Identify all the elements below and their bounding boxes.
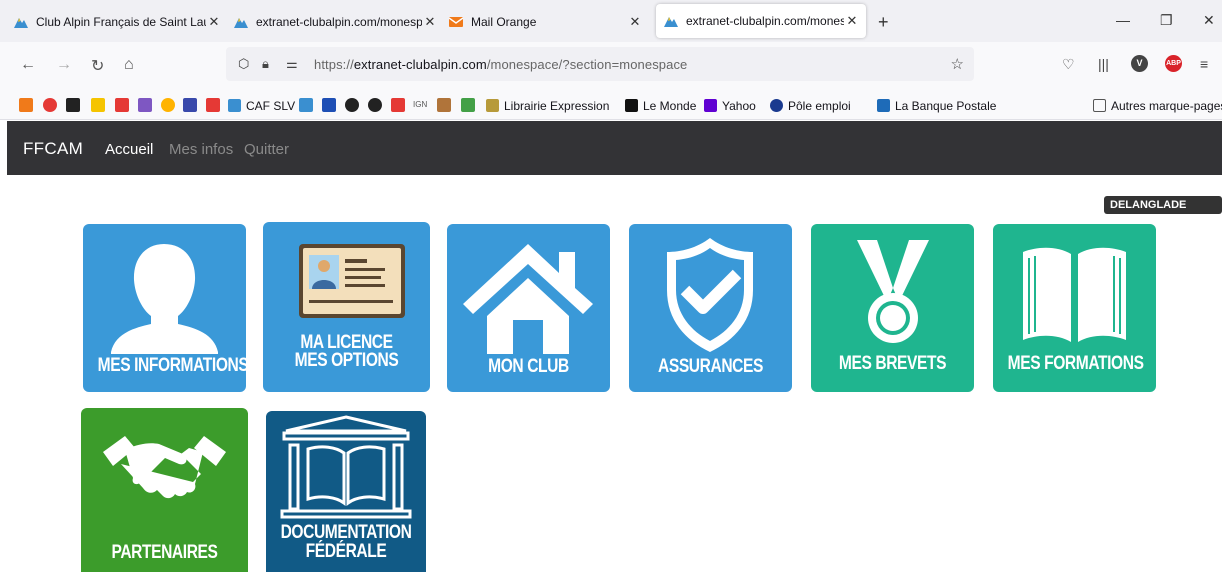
bookmark-ign[interactable]: IGN [413, 100, 427, 109]
bookmarks-bar: CAF SLV IGN Librairie Expression Le Mond… [0, 90, 1222, 120]
browser-nav-bar: ← → ↻ ⌂ ⬡ 🔒︎ ⚌ https://extranet-clubalpi… [0, 42, 1222, 90]
mountain-icon [228, 99, 241, 112]
folder-icon [1093, 99, 1106, 112]
bookmark-caf-slv[interactable]: CAF SLV [228, 99, 295, 113]
mountain-favicon-icon [664, 17, 678, 27]
new-tab-button[interactable]: + [878, 12, 889, 33]
tile-label-line2: MES OPTIONS [294, 350, 399, 371]
bookmark-aa-icon[interactable] [183, 98, 197, 112]
browser-tab-strip: Club Alpin Français de Saint Lau ✕ extra… [0, 0, 1222, 42]
extension-v-icon[interactable]: V [1131, 55, 1148, 72]
tab-title: Club Alpin Français de Saint Lau [36, 15, 206, 29]
lock-icon[interactable]: 🔒︎ [262, 56, 269, 72]
bookmark-star-icon[interactable]: ☆ [951, 55, 964, 73]
close-icon[interactable]: ✕ [627, 14, 643, 30]
tile-mes-formations[interactable]: MES FORMATIONS [993, 224, 1156, 392]
shield-privacy-icon[interactable]: ⬡ [238, 56, 249, 72]
pocket-icon[interactable]: ♡ [1062, 56, 1075, 73]
tile-partenaires[interactable]: PARTENAIRES [81, 408, 248, 572]
bookmark-librairie-expression[interactable]: Librairie Expression [486, 99, 609, 113]
tile-documentation-federale[interactable]: DOCUMENTATION FÉDÉRALE [266, 411, 426, 572]
mountain-favicon-icon [234, 18, 248, 28]
home-icon[interactable]: ⌂ [124, 56, 134, 74]
tab-title: Mail Orange [471, 15, 537, 29]
yahoo-icon [704, 99, 717, 112]
tile-label: ASSURANCES [658, 356, 763, 377]
bookmark-pinwheel-icon[interactable] [43, 98, 57, 112]
tile-ma-licence[interactable]: MA LICENCE MES OPTIONS [263, 222, 430, 392]
tab-extranet-active[interactable]: extranet-clubalpin.com/monesp ✕ [656, 4, 866, 38]
bookmark-r-icon[interactable] [91, 98, 105, 112]
tab-title: extranet-clubalpin.com/monesp [686, 14, 844, 28]
back-icon[interactable]: ← [20, 56, 36, 74]
close-icon[interactable]: ✕ [844, 13, 860, 29]
menu-icon[interactable]: ≡ [1200, 56, 1208, 72]
bookmark-dark-circle-icon[interactable] [345, 98, 359, 112]
bookmark-mail-icon[interactable] [19, 98, 33, 112]
bookmark-le-monde[interactable]: Le Monde [625, 99, 696, 113]
minimize-icon[interactable]: — [1116, 12, 1130, 28]
tile-label-line1: DOCUMENTATION [280, 522, 412, 543]
tab-title: extranet-clubalpin.com/monesp [256, 15, 422, 29]
mountain-favicon-icon [14, 18, 28, 28]
user-badge: DELANGLADE YVES [1104, 196, 1222, 229]
bank-icon [877, 99, 890, 112]
reload-icon[interactable]: ↻ [91, 56, 104, 76]
mail-orange-favicon-icon [449, 17, 463, 27]
url-text[interactable]: https://extranet-clubalpin.com/monespace… [314, 57, 687, 72]
tile-mes-brevets[interactable]: MES BREVETS [811, 224, 974, 392]
tile-label: MES FORMATIONS [1007, 353, 1144, 374]
tab-extranet-1[interactable]: extranet-clubalpin.com/monesp ✕ [234, 10, 438, 34]
bookmark-chevron-icon[interactable] [206, 98, 220, 112]
restore-icon[interactable]: ❐ [1160, 12, 1173, 29]
site-header: FFCAM Accueil Mes infos Quitter [7, 121, 1222, 175]
bookmark-other[interactable]: Autres marque-pages [1093, 99, 1222, 113]
tab-mail-orange[interactable]: Mail Orange ✕ [449, 10, 643, 34]
bookmark-tv-icon[interactable] [368, 98, 382, 112]
le-monde-icon [625, 99, 638, 112]
library-icon[interactable]: ||| [1098, 56, 1109, 72]
nav-quitter[interactable]: Quitter [244, 141, 289, 158]
tile-label-line2: FÉDÉRALE [305, 541, 387, 562]
permissions-icon[interactable]: ⚌ [286, 56, 298, 72]
pole-emploi-icon [770, 99, 783, 112]
bookmark-banque-postale[interactable]: La Banque Postale [877, 99, 996, 113]
bookmark-photo-icon[interactable] [437, 98, 451, 112]
nav-accueil[interactable]: Accueil [105, 141, 153, 158]
tile-label: MES INFORMATIONS [97, 355, 246, 376]
bookmark-b-icon[interactable] [66, 98, 80, 112]
bookmark-geo-icon[interactable] [461, 98, 475, 112]
pen-icon [486, 99, 499, 112]
tile-label: PARTENAIRES [111, 542, 218, 563]
close-icon[interactable]: ✕ [206, 14, 222, 30]
forward-icon[interactable]: → [56, 56, 72, 74]
tile-assurances[interactable]: ASSURANCES [629, 224, 792, 392]
close-icon[interactable]: ✕ [422, 14, 438, 30]
bookmark-swirl-icon[interactable] [161, 98, 175, 112]
bookmark-m-icon[interactable] [138, 98, 152, 112]
bookmark-yahoo[interactable]: Yahoo [704, 99, 756, 113]
nav-mes-infos[interactable]: Mes infos [169, 141, 233, 158]
bookmark-pole-emploi[interactable]: Pôle emploi [770, 99, 851, 113]
tile-label: MON CLUB [488, 356, 569, 377]
bookmark-arrow-icon[interactable] [115, 98, 129, 112]
adblock-plus-icon[interactable]: ABP [1165, 55, 1182, 72]
tile-mes-informations[interactable]: MES INFORMATIONS [83, 224, 246, 392]
tile-mon-club[interactable]: MON CLUB [447, 224, 610, 392]
bookmark-red-icon[interactable] [391, 98, 405, 112]
site-brand[interactable]: FFCAM [23, 139, 83, 159]
bookmark-mountain-icon[interactable] [299, 98, 313, 112]
tile-label: MES BREVETS [838, 353, 947, 374]
url-bar[interactable]: ⬡ 🔒︎ ⚌ https://extranet-clubalpin.com/mo… [226, 47, 974, 81]
window-close-icon[interactable]: ✕ [1203, 12, 1215, 29]
bookmark-flag-icon[interactable] [322, 98, 336, 112]
tab-club-alpin[interactable]: Club Alpin Français de Saint Lau ✕ [14, 10, 222, 34]
